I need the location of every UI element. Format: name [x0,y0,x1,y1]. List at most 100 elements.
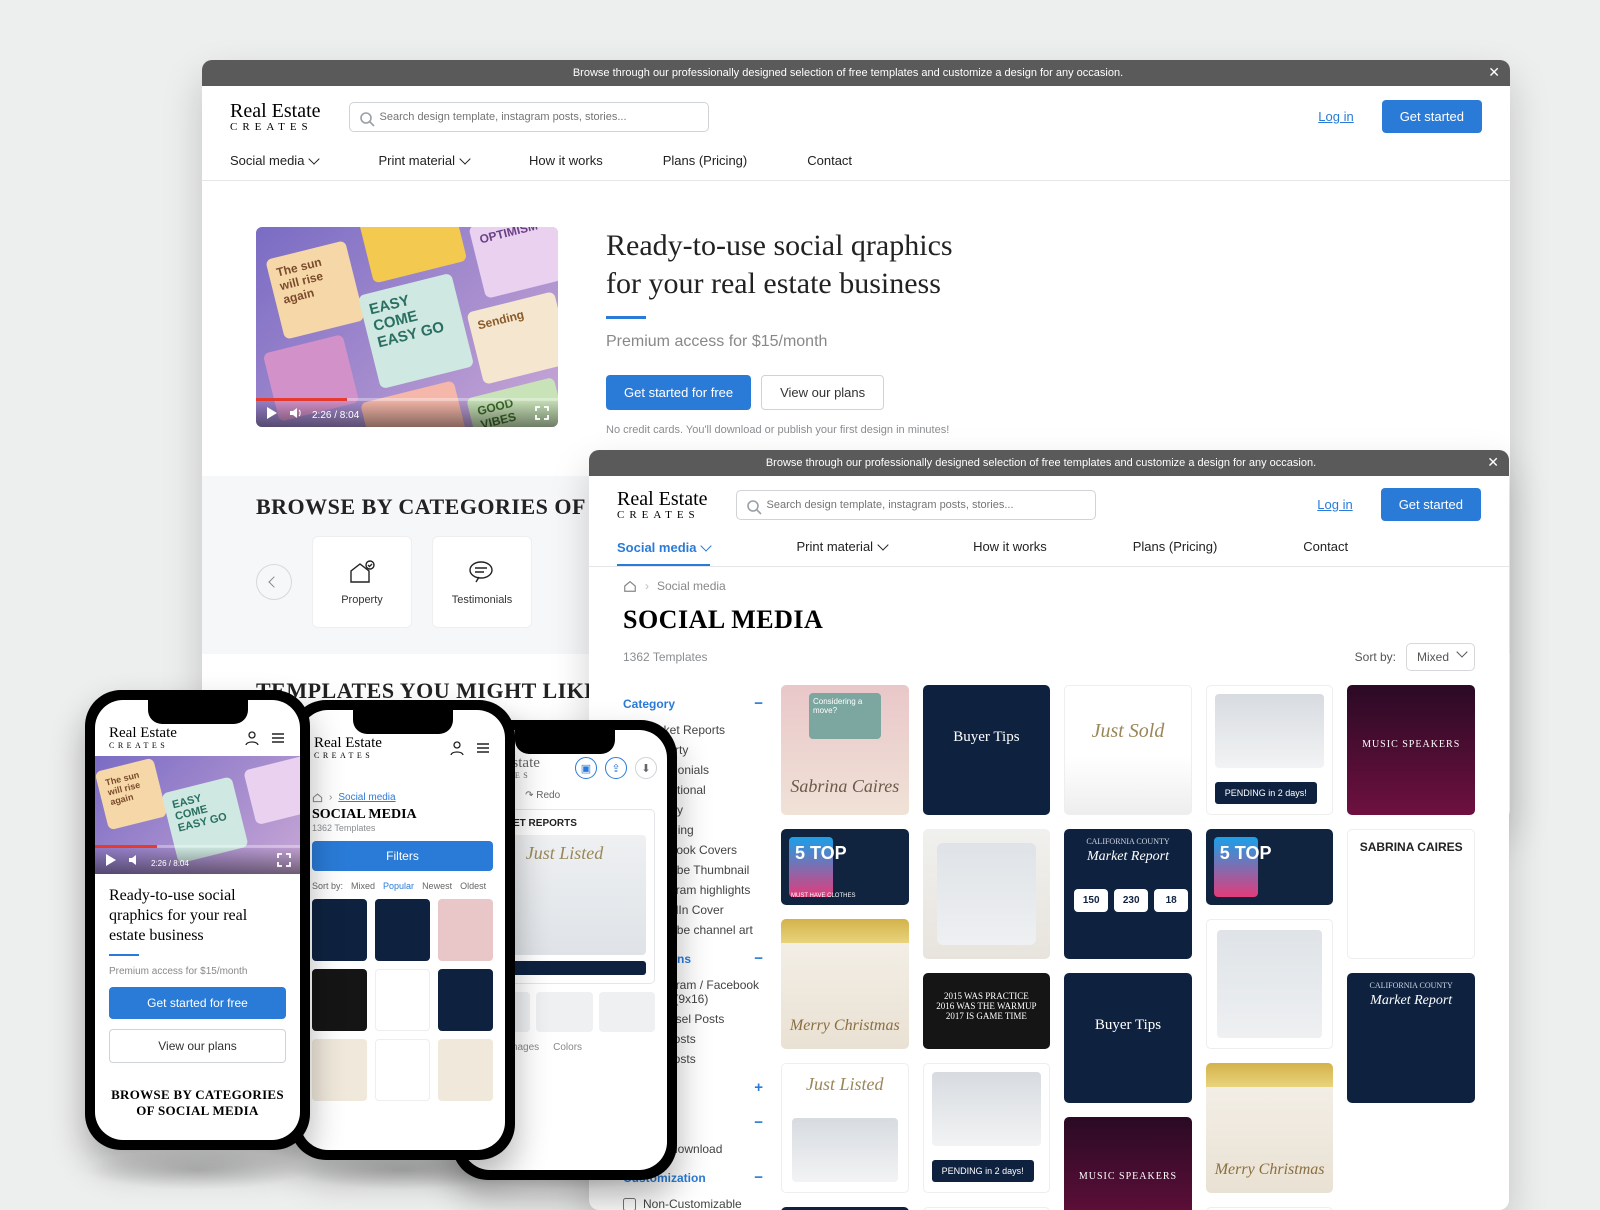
video-tile-send: Sending [466,291,558,385]
close-icon[interactable]: ✕ [1487,454,1499,471]
nav-print-material[interactable]: Print material [796,539,887,554]
nav-contact[interactable]: Contact [807,153,852,168]
template-tile[interactable]: Considering a move? Sabrina Caires [781,685,909,815]
home-icon[interactable] [623,579,637,593]
brand-logo[interactable]: Real Estate CREATES [109,726,177,750]
template-tile[interactable] [923,829,1051,959]
brand-logo[interactable]: Real Estate CREATES [230,101,321,133]
menu-icon[interactable] [475,740,491,756]
template-tile[interactable]: CALIFORNIA COUNTY Market Report [1347,973,1475,1103]
expand-icon: + [754,1079,763,1096]
template-tile[interactable] [438,969,493,1031]
template-count: 1362 Templates [623,650,708,664]
category-card-testimonials[interactable]: Testimonials [432,536,532,628]
template-tile[interactable]: CALIFORNIA COUNTY Market Report 150 230 … [1064,829,1192,959]
filter-option[interactable]: Non-Customizable [623,1194,763,1210]
volume-icon[interactable] [288,405,304,421]
filter-group-category[interactable]: Category− [623,685,763,720]
category-label: Property [341,594,383,606]
carousel-prev-button[interactable] [256,564,292,600]
nav-plans[interactable]: Plans (Pricing) [663,153,748,168]
close-icon[interactable]: ✕ [1488,64,1500,81]
template-tile[interactable]: Just Listed [781,1063,909,1193]
template-tile[interactable]: Buyer Tips [923,685,1051,815]
hero-view-plans-button[interactable]: View our plans [761,375,884,410]
nav-how-it-works[interactable]: How it works [529,153,603,168]
sort-popular[interactable]: Popular [383,881,414,891]
template-tile[interactable]: Buyer Tips [1064,973,1192,1103]
template-tile[interactable]: PENDING in 2 days! [1206,685,1334,815]
template-tile[interactable]: 5 TOP [1206,829,1334,905]
variant-thumb[interactable] [536,992,592,1032]
nav-contact-label: Contact [807,153,852,168]
user-icon[interactable] [449,740,465,756]
template-tile[interactable] [375,969,430,1031]
fullscreen-icon[interactable] [534,405,550,421]
volume-icon[interactable] [127,852,143,868]
category-card-property[interactable]: Property [312,536,412,628]
hero-get-started-button[interactable]: Get started for free [109,987,286,1019]
nav-social-label: Social media [230,153,304,168]
nav-contact[interactable]: Contact [1303,539,1348,554]
template-tile[interactable]: MUSIC SPEAKERS [1064,1117,1192,1210]
template-tile[interactable]: SABRINA CAIRES [1347,829,1475,959]
template-tile[interactable] [1206,919,1334,1049]
brand-logo[interactable]: Real Estate CREATES [617,489,708,521]
collapse-icon: − [754,950,763,967]
nav-social-media[interactable]: Social media [617,539,710,566]
primary-nav: Social media Print material How it works… [202,143,1510,181]
template-tile[interactable]: PENDING in 2 days! [923,1063,1051,1193]
search-input[interactable] [736,490,1096,520]
login-link[interactable]: Log in [1318,109,1353,124]
template-tile[interactable]: 2015 WAS PRACTICE 2016 WAS THE WARMUP 20… [923,973,1051,1049]
sort-select[interactable]: Mixed [1406,643,1475,671]
download-icon[interactable]: ⬇ [635,757,657,779]
template-tile[interactable]: 5 TOP MUST HAVE CLOTHES [781,829,909,905]
template-tile[interactable]: Merry Christmas [781,919,909,1049]
template-tile[interactable]: Just Sold [1064,685,1192,815]
template-tile[interactable] [375,899,430,961]
phone-mock-listing: Real Estate CREATES ›Social media SOCIAL… [290,700,515,1160]
home-icon[interactable] [312,792,323,803]
template-tile[interactable] [438,899,493,961]
nav-plans[interactable]: Plans (Pricing) [1133,539,1218,554]
sort-mixed[interactable]: Mixed [351,881,375,891]
brand-line2: CREATES [617,509,708,521]
hero-video[interactable]: The sun will rise again EASY COME EASY G… [95,756,300,874]
filter-checkbox[interactable] [623,1198,636,1210]
hero-get-started-button[interactable]: Get started for free [606,375,751,410]
template-tile[interactable] [312,1039,367,1101]
template-tile[interactable]: Merry Christmas [1206,1063,1334,1193]
user-icon[interactable] [244,730,260,746]
nav-print-material[interactable]: Print material [378,153,469,168]
hero-video[interactable]: The sun will rise again EASY COME EASY G… [256,227,558,427]
menu-icon[interactable] [270,730,286,746]
accent-rule [606,316,646,319]
template-tile[interactable] [375,1039,430,1101]
brand-logo[interactable]: Real Estate CREATES [314,736,382,760]
filters-button[interactable]: Filters [312,841,493,871]
sort-oldest[interactable]: Oldest [460,881,486,891]
template-tile[interactable] [438,1039,493,1101]
hero-view-plans-button[interactable]: View our plans [109,1029,286,1063]
nav-how-it-works[interactable]: How it works [973,539,1047,554]
search-icon [359,111,375,127]
get-started-button[interactable]: Get started [1382,100,1482,133]
template-tile[interactable] [312,899,367,961]
template-tile[interactable]: MUSIC SPEAKERS [1347,685,1475,815]
template-count: 1362 Templates [300,823,505,841]
variant-thumb[interactable] [599,992,655,1032]
template-tile[interactable] [312,969,367,1031]
sort-newest[interactable]: Newest [422,881,452,891]
search-input[interactable] [349,102,709,132]
save-icon[interactable]: ▣ [575,757,597,779]
login-link[interactable]: Log in [1317,497,1352,512]
nav-social-media[interactable]: Social media [230,153,318,168]
fullscreen-icon[interactable] [276,852,292,868]
tab-colors[interactable]: Colors [553,1042,582,1059]
redo-button[interactable]: ↷ Redo [525,790,560,801]
share-icon[interactable]: ⇪ [605,757,627,779]
play-icon[interactable] [103,852,119,868]
get-started-button[interactable]: Get started [1381,488,1481,521]
play-icon[interactable] [264,405,280,421]
